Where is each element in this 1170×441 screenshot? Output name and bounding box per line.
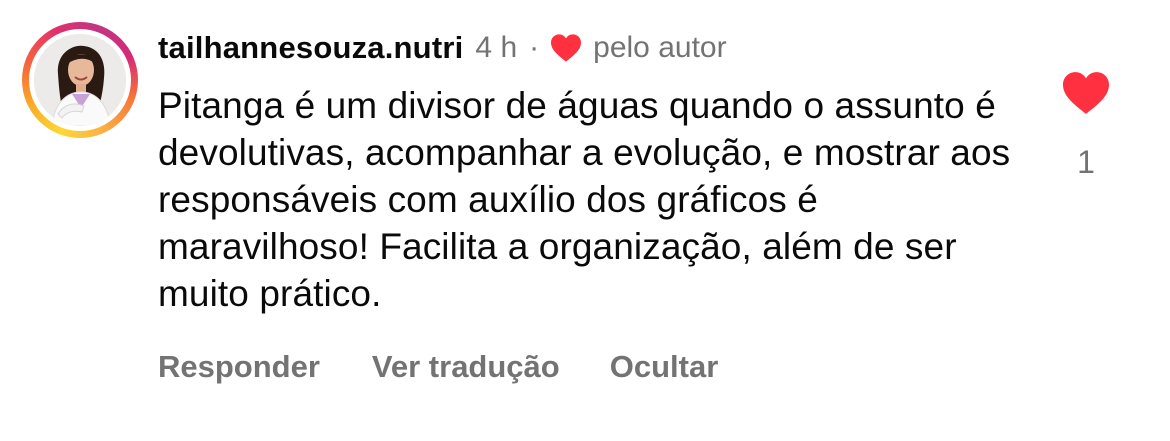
hide-button[interactable]: Ocultar [610, 349, 719, 385]
heart-icon [1063, 72, 1109, 114]
comment-header: tailhannesouza.nutri 4 h · pelo autor [158, 26, 727, 70]
like-button[interactable] [1060, 70, 1112, 116]
comment-text: Pitanga é um divisor de águas quando o a… [158, 85, 1011, 314]
comment-time: 4 h [475, 31, 518, 64]
like-count[interactable]: 1 [1060, 144, 1112, 181]
avatar-photo [34, 34, 126, 126]
liked-by-author-label: pelo autor [593, 31, 727, 64]
username[interactable]: tailhannesouza.nutri [158, 30, 463, 66]
heart-icon [549, 33, 583, 63]
separator-dot: · [529, 31, 540, 64]
avatar[interactable] [34, 34, 126, 126]
reply-button[interactable]: Responder [158, 349, 320, 385]
see-translation-button[interactable]: Ver tradução [372, 349, 560, 385]
avatar-story-ring[interactable] [22, 22, 138, 138]
comment-actions: Responder Ver tradução Ocultar [158, 344, 718, 390]
